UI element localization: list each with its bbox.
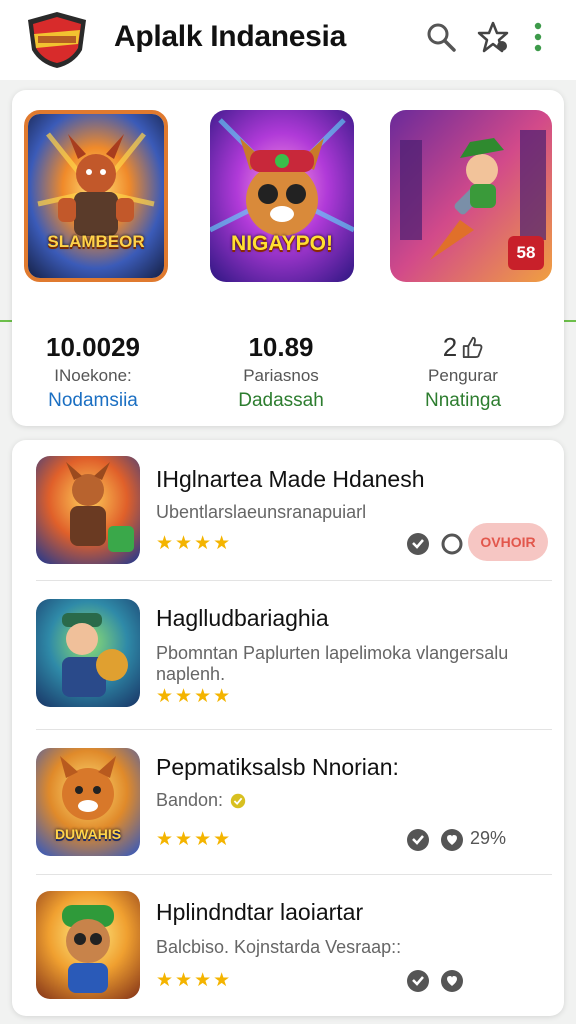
featured-stat: 10.0029 INoekone: Nodamsiia	[8, 330, 178, 412]
app-icon	[36, 599, 140, 707]
rating-stars: ★★★★	[156, 829, 233, 850]
app-title: Pepmatiksalsb Nnorian:	[156, 754, 399, 780]
featured-game-tile[interactable]: 58	[390, 110, 552, 282]
featured-stat: 2 Pengurar Nnatinga	[378, 330, 548, 412]
star-icon[interactable]	[476, 20, 510, 54]
list-item[interactable]: Haglludbariaghia Pbomntan Paplurten lape…	[12, 581, 564, 729]
top-app-bar: Aplalk Indanesia	[0, 0, 576, 80]
stat-label: Pengurar	[428, 366, 498, 385]
app-subtitle-row: Bandon:	[156, 790, 247, 811]
app-title: IHglnartea Made Hdanesh	[156, 466, 425, 492]
list-item[interactable]: DUWAHIS Pepmatiksalsb Nnorian: Bandon: ★…	[12, 730, 564, 874]
featured-game-tile[interactable]: NIGAYPO!	[210, 110, 354, 282]
download-pill-button[interactable]: OVHOIR	[468, 523, 548, 561]
featured-card: SLAMBEOR NIGAYPO! 58 10.0029 INoekone: N…	[12, 90, 564, 426]
rating-stars: ★★★★	[156, 686, 233, 707]
percent-label: 29%	[470, 828, 507, 848]
app-title: Haglludbariaghia	[156, 605, 329, 631]
app-subtitle: Ubentlarslaeunsranapuiarl	[156, 502, 367, 522]
like-icon[interactable]	[440, 969, 464, 993]
stat-value-row: 2	[378, 330, 548, 364]
heart-icon[interactable]	[406, 969, 430, 993]
search-icon[interactable]	[424, 20, 458, 54]
app-icon-label: DUWAHIS	[54, 826, 122, 842]
stat-link[interactable]: Nodamsiia	[8, 390, 178, 412]
list-item[interactable]: IHglnartea Made Hdanesh Ubentlarslaeunsr…	[12, 440, 564, 580]
shield-logo-icon[interactable]	[24, 10, 90, 70]
thumbs-up-icon	[463, 336, 483, 358]
app-icon: DUWAHIS	[36, 748, 140, 856]
stat-value: 10.0029	[46, 331, 140, 362]
rating-stars: ★★★★	[156, 970, 233, 991]
featured-stat: 10.89 Pariasnos Dadassah	[196, 330, 366, 412]
stat-value: 10.89	[248, 331, 314, 362]
app-subtitle: Bandon:	[156, 790, 224, 810]
app-icon	[36, 891, 140, 999]
like-icon[interactable]	[440, 828, 464, 852]
app-title: Aplalk Indanesia	[114, 20, 346, 53]
more-icon[interactable]	[526, 20, 550, 54]
featured-tile-badge: 58	[508, 236, 544, 270]
app-subtitle: Pbomntan Paplurten lapelimoka vlangersal…	[156, 643, 509, 684]
stat-label: Pariasnos	[243, 366, 319, 385]
list-item[interactable]: Hplindndtar laoiartar Balcbiso. Kojnstar…	[12, 875, 564, 1015]
featured-tile-label: SLAMBEOR	[47, 232, 145, 251]
rating-stars: ★★★★	[156, 533, 233, 554]
app-list-card: IHglnartea Made Hdanesh Ubentlarslaeunsr…	[12, 440, 564, 1016]
stat-link[interactable]: Dadassah	[196, 390, 366, 412]
featured-tile-label: NIGAYPO!	[231, 232, 333, 255]
refresh-icon[interactable]	[440, 532, 464, 556]
sparkle-icon	[230, 793, 246, 808]
stat-label: INoekone:	[54, 366, 132, 385]
stat-link[interactable]: Nnatinga	[378, 390, 548, 412]
app-icon	[36, 456, 140, 564]
app-subtitle: Balcbiso. Kojnstarda Vesraap::	[156, 937, 402, 957]
stat-value: 2	[442, 331, 458, 362]
heart-icon[interactable]	[406, 828, 430, 852]
featured-game-tile[interactable]: SLAMBEOR	[24, 110, 168, 282]
heart-icon[interactable]	[406, 532, 430, 556]
app-title: Hplindndtar laoiartar	[156, 899, 364, 925]
